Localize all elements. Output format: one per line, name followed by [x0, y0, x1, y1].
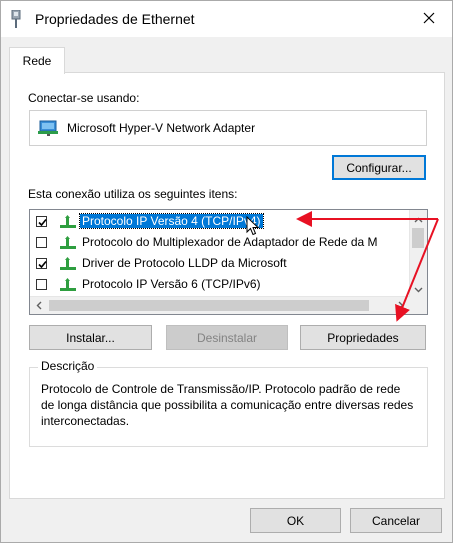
network-adapter-icon — [38, 120, 60, 139]
item-label: Driver de Protocolo LLDP da Microsoft — [82, 256, 287, 270]
scroll-left-button[interactable] — [30, 297, 47, 314]
item-label: Protocolo do Multiplexador de Adaptador … — [82, 235, 378, 249]
configure-button-label: Configurar... — [346, 160, 412, 175]
description-group: Descrição Protocolo de Controle de Trans… — [29, 359, 428, 447]
window-title: Propriedades de Ethernet — [35, 11, 195, 27]
description-text: Protocolo de Controle de Transmissão/IP.… — [41, 382, 414, 428]
list-item[interactable]: Protocolo IP Versão 4 (TCP/IPv4) — [30, 212, 410, 232]
network-protocol-icon — [60, 278, 76, 295]
uninstall-button-label: Desinstalar — [196, 330, 258, 345]
network-protocol-icon — [60, 257, 76, 274]
configure-button[interactable]: Configurar... — [332, 155, 426, 180]
item-checkbox[interactable] — [36, 279, 47, 290]
ok-button[interactable]: OK — [250, 508, 341, 533]
item-label: Protocolo IP Versão 6 (TCP/IPv6) — [82, 277, 261, 291]
vertical-scrollbar[interactable] — [409, 210, 427, 297]
scroll-right-button[interactable] — [392, 297, 409, 314]
scroll-up-button[interactable] — [410, 210, 427, 227]
adapter-box: Microsoft Hyper-V Network Adapter — [29, 110, 427, 146]
vertical-scroll-thumb[interactable] — [412, 228, 424, 248]
items-label: Esta conexão utiliza os seguintes itens: — [28, 187, 238, 201]
cancel-button[interactable]: Cancelar — [350, 508, 442, 533]
item-checkbox[interactable] — [36, 216, 47, 227]
chevron-up-icon — [414, 212, 423, 226]
horizontal-scroll-thumb[interactable] — [49, 300, 369, 311]
mouse-cursor-icon — [246, 216, 260, 236]
list-item[interactable]: Protocolo do Multiplexador de Adaptador … — [30, 233, 410, 253]
item-checkbox[interactable] — [36, 258, 47, 269]
close-button[interactable] — [406, 1, 452, 37]
items-list[interactable]: Protocolo IP Versão 4 (TCP/IPv4) Protoco… — [29, 209, 428, 315]
close-icon — [423, 12, 435, 27]
scroll-down-button[interactable] — [410, 280, 427, 297]
horizontal-scrollbar[interactable] — [30, 296, 410, 314]
properties-window: Propriedades de Ethernet Rede Conectar-s… — [0, 0, 453, 543]
ethernet-adapter-icon — [11, 9, 21, 28]
list-item[interactable]: Protocolo IP Versão 6 (TCP/IPv6) — [30, 275, 410, 295]
list-item[interactable]: Driver de Protocolo LLDP da Microsoft — [30, 254, 410, 274]
properties-button-label: Propriedades — [327, 330, 399, 345]
cancel-button-label: Cancelar — [371, 513, 421, 528]
chevron-right-icon — [398, 299, 404, 313]
tab-rede[interactable]: Rede — [9, 47, 65, 74]
uninstall-button: Desinstalar — [166, 325, 288, 350]
tab-label: Rede — [22, 54, 52, 68]
properties-button[interactable]: Propriedades — [300, 325, 426, 350]
connect-using-label: Conectar-se usando: — [28, 91, 140, 105]
item-checkbox[interactable] — [36, 237, 47, 248]
install-button-label: Instalar... — [66, 330, 115, 345]
install-button[interactable]: Instalar... — [29, 325, 152, 350]
ok-button-label: OK — [286, 513, 305, 528]
adapter-name: Microsoft Hyper-V Network Adapter — [67, 121, 256, 135]
network-panel: Conectar-se usando: Microsoft Hyper-V Ne… — [9, 72, 445, 499]
scrollbar-corner — [410, 297, 427, 314]
title-bar: Propriedades de Ethernet — [1, 1, 452, 37]
description-legend: Descrição — [38, 359, 98, 373]
network-protocol-icon — [60, 215, 76, 232]
network-protocol-icon — [60, 236, 76, 253]
item-label: Protocolo IP Versão 4 (TCP/IPv4) — [79, 213, 264, 229]
chevron-left-icon — [36, 299, 42, 313]
chevron-down-icon — [414, 282, 423, 296]
